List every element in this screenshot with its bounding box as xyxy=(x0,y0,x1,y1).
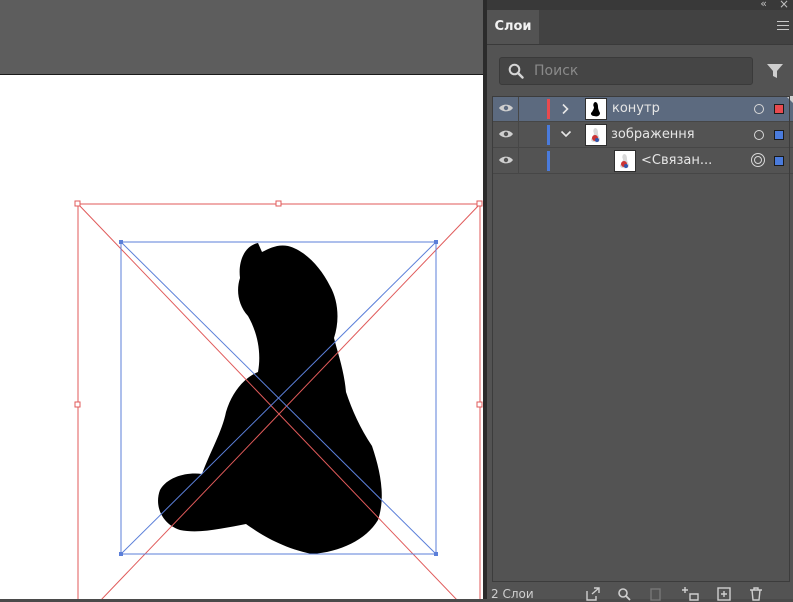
lock-cell[interactable] xyxy=(518,148,519,174)
tab-layers[interactable]: Слои xyxy=(487,10,539,44)
target-circle[interactable] xyxy=(754,104,764,114)
layer-name[interactable]: <Связан... xyxy=(641,148,712,174)
tab-strip: Слои xyxy=(487,10,793,45)
layer-name[interactable]: конутр xyxy=(612,96,660,122)
layer-list: конутр зображення <Связан... xyxy=(492,96,793,174)
selection-indicator[interactable] xyxy=(774,130,784,140)
selection-indicator[interactable] xyxy=(774,156,784,166)
chevron-down-icon[interactable] xyxy=(560,129,572,139)
selection-indicator[interactable] xyxy=(774,104,784,114)
layer-thumbnail xyxy=(614,150,636,172)
current-layer-indicator xyxy=(786,96,793,103)
layer-thumbnail xyxy=(585,124,607,146)
eye-icon[interactable] xyxy=(498,102,514,114)
layers-panel: « × Слои конутр xyxy=(487,0,793,601)
target-circle[interactable] xyxy=(751,153,765,167)
layer-count: 2 Слои xyxy=(491,587,534,601)
eye-icon[interactable] xyxy=(498,154,514,166)
search-box xyxy=(499,57,753,85)
lock-cell[interactable] xyxy=(518,96,519,122)
layer-color-bar xyxy=(547,151,550,171)
lock-cell[interactable] xyxy=(518,122,519,148)
panel-footer: 2 Слои xyxy=(487,583,793,601)
artwork[interactable] xyxy=(0,0,485,599)
filter-icon[interactable] xyxy=(766,62,784,80)
layer-thumbnail xyxy=(585,98,607,120)
canvas-area[interactable] xyxy=(0,0,485,599)
search-icon xyxy=(508,63,524,79)
layer-color-bar xyxy=(547,125,550,145)
search-input[interactable] xyxy=(534,61,744,81)
layer-row[interactable]: конутр xyxy=(492,96,793,122)
layer-row[interactable]: зображення xyxy=(492,122,793,148)
target-circle[interactable] xyxy=(754,130,764,140)
layer-name[interactable]: зображення xyxy=(611,122,695,148)
layer-color-bar xyxy=(547,99,550,119)
chevron-right-icon[interactable] xyxy=(560,103,570,115)
panel-title-bar[interactable]: « × xyxy=(487,0,793,11)
layer-row[interactable]: <Связан... xyxy=(492,148,793,174)
panel-menu-icon[interactable] xyxy=(777,21,789,33)
eye-icon[interactable] xyxy=(498,128,514,140)
silhouette-shape[interactable] xyxy=(158,243,382,554)
